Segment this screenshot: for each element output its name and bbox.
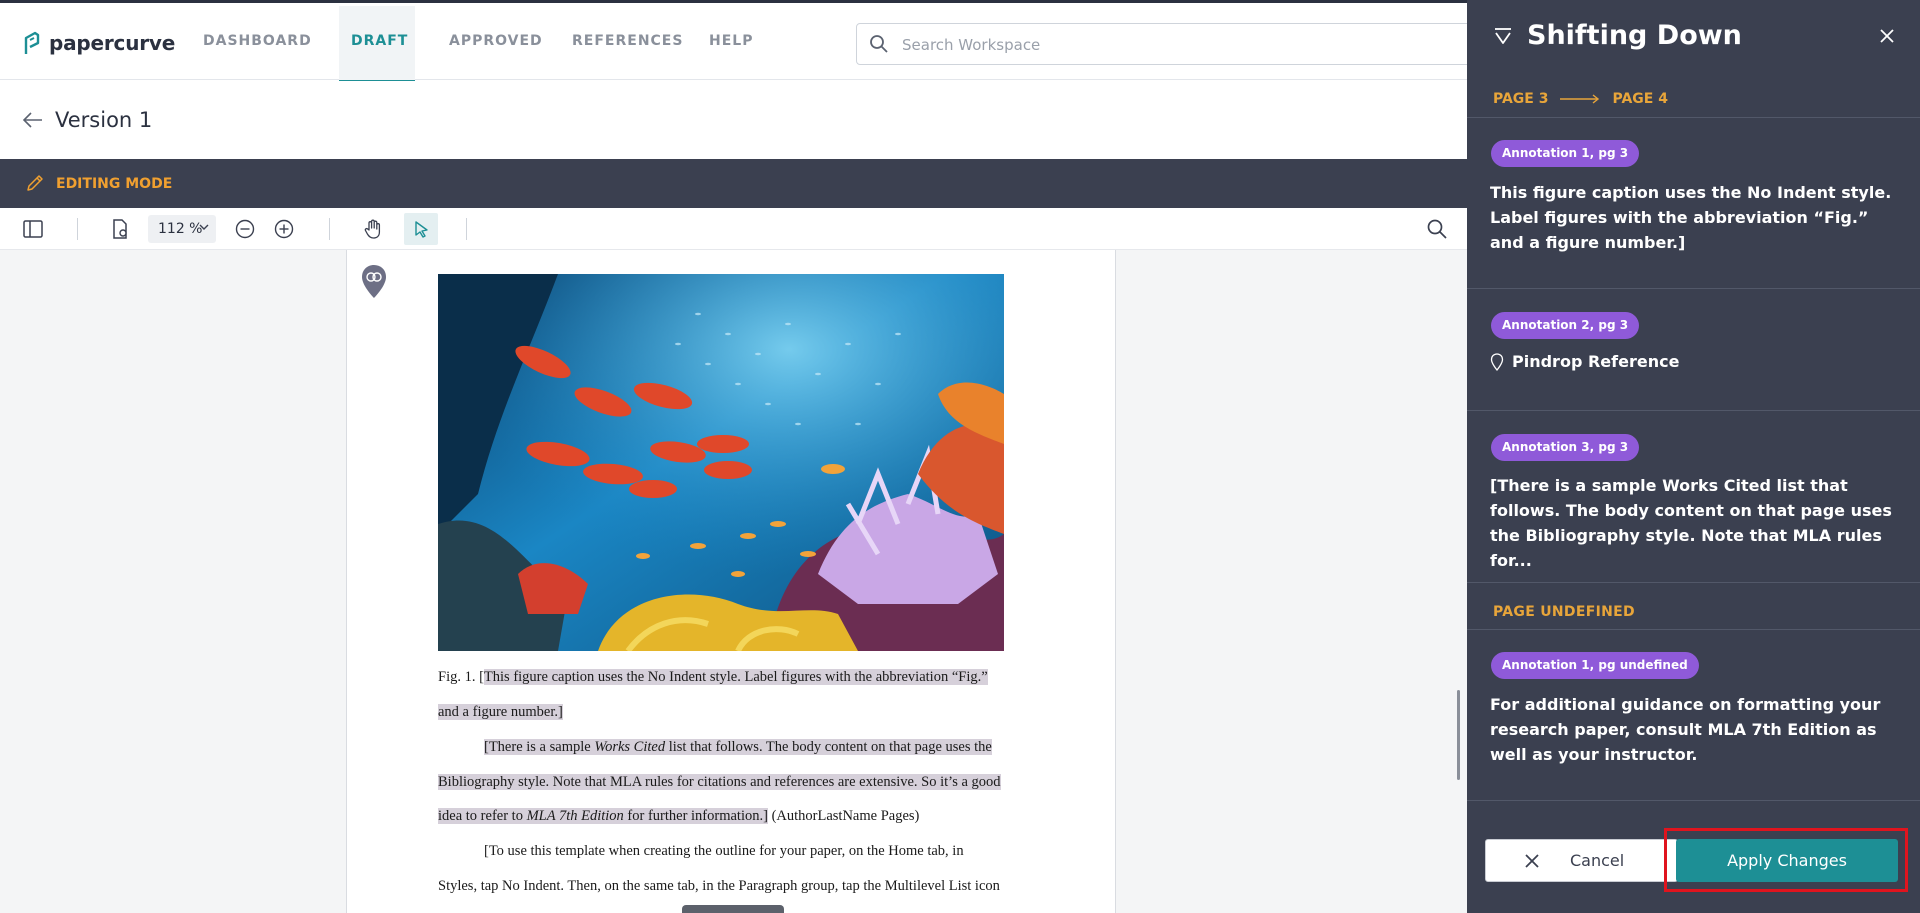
figure-caption-line1: Fig. 1. [This figure caption uses the No…	[438, 667, 988, 687]
zoom-out-icon[interactable]	[234, 218, 256, 240]
pencil-icon	[27, 175, 43, 191]
divider	[1467, 288, 1920, 289]
annotation-text: [There is a sample Works Cited list that…	[1490, 476, 1892, 570]
editing-mode-label: EDITING MODE	[56, 176, 173, 192]
pindrop-label: Pindrop Reference	[1512, 352, 1680, 371]
filter-down-icon	[1495, 28, 1511, 44]
divider	[1467, 800, 1920, 801]
caption-highlight[interactable]: This figure caption uses the No Indent s…	[483, 669, 988, 685]
arrow-right-icon	[1560, 94, 1600, 104]
version-bar: Version 1	[0, 81, 1467, 159]
citation-text: (AuthorLastName Pages)	[767, 808, 920, 824]
divider	[1467, 117, 1920, 118]
close-icon[interactable]	[1878, 27, 1896, 45]
back-arrow-icon[interactable]	[22, 111, 44, 129]
works-cited-highlight[interactable]: [There is a sample Works Cited list that…	[484, 739, 992, 755]
map-pin-icon	[1490, 352, 1504, 371]
editing-mode-bar: EDITING MODE	[0, 159, 1467, 208]
paragraph-template-line1: [To use this template when creating the …	[484, 843, 964, 859]
document-search-icon[interactable]	[1426, 218, 1448, 240]
works-cited-highlight[interactable]: Bibliography style. Note that MLA rules …	[438, 774, 1001, 790]
page-route: PAGE 3 PAGE 4	[1493, 91, 1668, 107]
version-title: Version 1	[55, 108, 153, 132]
pindrop-reference: Pindrop Reference	[1490, 352, 1679, 371]
document-toolbar: 112 %	[0, 208, 1467, 250]
annotation-badge[interactable]: Annotation 1, pg undefined	[1491, 652, 1699, 679]
nav-help[interactable]: HELP	[709, 33, 753, 49]
shifting-down-panel: Shifting Down PAGE 3 PAGE 4 Annotation 1…	[1467, 0, 1920, 913]
zoom-in-icon[interactable]	[273, 218, 295, 240]
panel-title: Shifting Down	[1527, 20, 1742, 51]
toolbar-separator	[329, 218, 330, 240]
page-settings-icon[interactable]	[109, 218, 131, 240]
page-undefined-label: PAGE UNDEFINED	[1493, 604, 1635, 620]
divider	[1467, 410, 1920, 411]
italic-run: MLA 7th Edition	[526, 808, 624, 824]
zoom-value: 112 %	[158, 221, 203, 237]
apply-changes-button[interactable]: Apply Changes	[1676, 839, 1898, 882]
paragraph-works-cited-line1: [There is a sample Works Cited list that…	[484, 737, 992, 757]
paragraph-template-line2: Styles, tap No Indent. Then, on the same…	[438, 878, 1000, 894]
route-from: PAGE 3	[1493, 91, 1549, 107]
top-navigation: papercurve DASHBOARD DRAFT APPROVED REFE…	[0, 0, 1476, 83]
search-icon	[870, 35, 888, 53]
paragraph-works-cited-line2: Bibliography style. Note that MLA rules …	[438, 772, 1001, 792]
text-run: list that follows. The body content on t…	[665, 739, 992, 755]
route-to: PAGE 4	[1612, 91, 1668, 107]
toolbar-separator	[77, 218, 78, 240]
search-input[interactable]: Search Workspace	[856, 23, 1476, 65]
sidebar-toggle-icon[interactable]	[22, 218, 44, 240]
text-run: [There is a sample	[484, 739, 595, 755]
search-placeholder: Search Workspace	[902, 36, 1041, 54]
text-run: idea to refer to	[438, 808, 527, 824]
nav-approved[interactable]: APPROVED	[449, 33, 543, 49]
papercurve-logo-icon	[24, 31, 40, 54]
page-tab-handle[interactable]	[682, 905, 784, 913]
document-viewer[interactable]: Fig. 1. [This figure caption uses the No…	[0, 250, 1467, 913]
pan-hand-icon[interactable]	[362, 218, 384, 240]
annotation-text: This figure caption uses the No Indent s…	[1490, 183, 1892, 252]
pindrop-marker-icon[interactable]	[360, 264, 388, 300]
toolbar-separator	[466, 218, 467, 240]
cancel-button[interactable]: Cancel	[1485, 839, 1678, 882]
annotation-badge[interactable]: Annotation 2, pg 3	[1491, 312, 1640, 339]
nav-draft[interactable]: DRAFT	[351, 33, 408, 49]
zoom-select[interactable]: 112 %	[148, 215, 216, 243]
paragraph-works-cited-line3: idea to refer to MLA 7th Edition for fur…	[438, 806, 919, 826]
document-scrollbar[interactable]	[1457, 690, 1460, 780]
annotation-badge[interactable]: Annotation 1, pg 3	[1491, 140, 1640, 167]
cursor-arrow-icon	[415, 221, 428, 238]
chevron-down-icon	[199, 224, 209, 230]
annotation-badge[interactable]: Annotation 3, pg 3	[1491, 434, 1640, 461]
close-x-icon	[1525, 854, 1539, 868]
text-run: for further information.]	[623, 808, 768, 824]
divider	[1467, 582, 1920, 583]
nav-references[interactable]: REFERENCES	[572, 33, 683, 49]
divider	[1467, 629, 1920, 630]
nav-dashboard[interactable]: DASHBOARD	[203, 33, 312, 49]
panel-footer: Cancel Apply Changes	[1467, 813, 1920, 913]
cancel-label: Cancel	[1570, 851, 1625, 870]
figure-caption-line2: and a figure number.]	[438, 702, 563, 722]
works-cited-highlight[interactable]: idea to refer to MLA 7th Edition for fur…	[438, 808, 768, 824]
logo-text: papercurve	[49, 31, 176, 55]
panel-header: Shifting Down	[1467, 0, 1920, 80]
logo[interactable]: papercurve	[23, 30, 175, 56]
coral-reef-image	[438, 274, 1004, 651]
select-tool-button[interactable]	[404, 213, 438, 245]
italic-run: Works Cited	[594, 739, 666, 755]
annotation-text: For additional guidance on formatting yo…	[1490, 695, 1881, 764]
caption-highlight[interactable]: and a figure number.]	[438, 704, 563, 720]
document-page: Fig. 1. [This figure caption uses the No…	[346, 250, 1116, 913]
caption-prefix: Fig. 1. [	[438, 669, 484, 685]
